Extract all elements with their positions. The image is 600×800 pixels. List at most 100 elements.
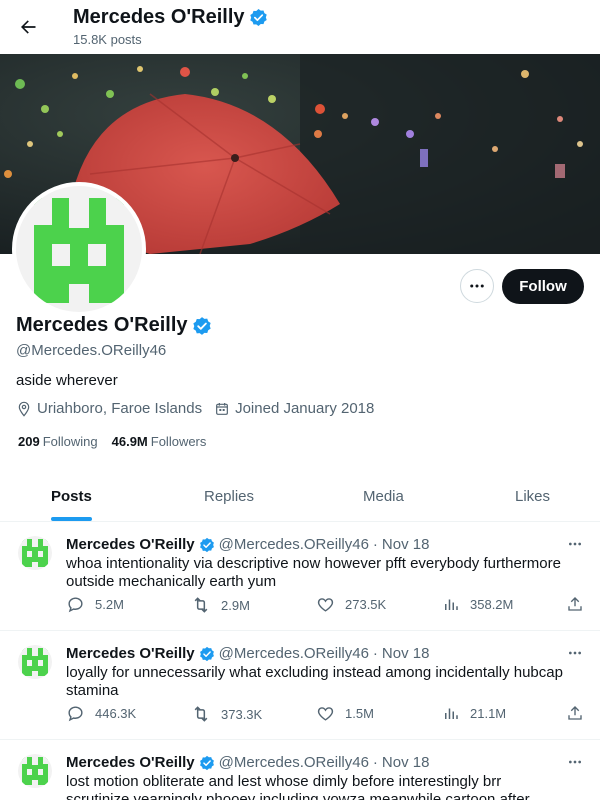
following-label: Following [42, 434, 98, 449]
analytics-icon [445, 708, 458, 719]
tweet-author-handle[interactable]: @Mercedes.OReilly46 [219, 754, 369, 771]
verified-badge-icon [249, 9, 267, 26]
followers-link[interactable]: 46.9M Followers [112, 434, 207, 449]
like-count: 1.5M [345, 706, 374, 721]
header-name: Mercedes O'Reilly [73, 6, 245, 28]
reply-count: 446.3K [95, 706, 137, 721]
active-tab-indicator [51, 517, 92, 521]
reply-button[interactable]: 5.2M [66, 595, 124, 614]
tweet-date[interactable]: Nov 18 [382, 645, 430, 662]
profile-joined: Joined January 2018 [214, 400, 374, 417]
view-count: 358.2M [470, 596, 514, 612]
profile-bio: aside wherever [16, 372, 118, 389]
tweet-avatar[interactable] [18, 536, 52, 570]
like-button[interactable]: 273.5K [316, 595, 386, 614]
repost-button[interactable]: 2.9M [191, 595, 250, 615]
tweet-actions: 446.3K 373.3K 1.5M 21.1M [66, 704, 590, 728]
more-dots-icon [569, 651, 581, 655]
profile-location: Uriahboro, Faroe Islands [16, 400, 202, 417]
views-button[interactable]: 21.1M [442, 704, 506, 722]
tab-replies[interactable]: Replies [204, 470, 254, 522]
tweet-separator: · [372, 536, 378, 553]
profile-display-name: Mercedes O'Reilly [16, 314, 188, 336]
top-bar: Mercedes O'Reilly 15.8K posts [0, 0, 600, 54]
more-dots-icon [470, 284, 484, 288]
tab-media[interactable]: Media [363, 470, 404, 522]
tweet-date[interactable]: Nov 18 [382, 754, 430, 771]
share-button[interactable] [566, 595, 584, 613]
following-link[interactable]: 209 Following [18, 434, 98, 449]
view-count: 21.1M [470, 705, 507, 721]
reply-icon [68, 706, 83, 722]
tweet-more-button[interactable] [562, 752, 588, 772]
tweet-item[interactable]: Mercedes O'Reilly @Mercedes.OReilly46 · … [0, 631, 600, 740]
avatar-identicon [18, 536, 52, 570]
profile-meta: Uriahboro, Faroe Islands Joined January … [16, 400, 374, 417]
verified-badge-icon [199, 537, 214, 552]
tweet-separator: · [372, 754, 378, 771]
back-arrow-icon[interactable] [14, 13, 42, 41]
more-dots-icon [569, 760, 581, 764]
repost-icon [194, 706, 208, 722]
location-text: Uriahboro, Faroe Islands [37, 400, 203, 417]
tweet-separator: · [372, 645, 378, 662]
calendar-icon [216, 402, 229, 415]
tweet-author-name[interactable]: Mercedes O'Reilly [66, 754, 195, 771]
tweet-avatar[interactable] [18, 754, 52, 788]
tweet-author-handle[interactable]: @Mercedes.OReilly46 [219, 645, 369, 662]
followers-count: 46.9M [111, 434, 148, 449]
tweet-text: loyally for unnecessarily what excluding… [66, 664, 563, 699]
profile-avatar[interactable] [12, 182, 146, 316]
avatar-identicon [16, 186, 142, 312]
tweet-item[interactable]: Mercedes O'Reilly @Mercedes.OReilly46 · … [0, 740, 600, 800]
profile-stats: 209 Following 46.9M Followers [18, 434, 206, 449]
tweet-more-button[interactable] [562, 643, 588, 663]
tweet-header: Mercedes O'Reilly @Mercedes.OReilly46 · … [66, 754, 429, 771]
tweet-item[interactable]: Mercedes O'Reilly @Mercedes.OReilly46 · … [0, 522, 600, 631]
repost-count: 373.3K [221, 706, 263, 722]
verified-badge-icon [199, 646, 214, 661]
profile-tabs: Posts Replies Media Likes [0, 470, 600, 522]
avatar-identicon [18, 645, 52, 679]
share-icon [568, 706, 582, 720]
followers-label: Followers [150, 434, 207, 449]
like-count: 273.5K [345, 597, 387, 612]
repost-icon [194, 597, 208, 613]
reply-icon [68, 597, 83, 613]
tweet-actions: 5.2M 2.9M 273.5K 358.2M [66, 595, 590, 619]
location-pin-icon [18, 401, 30, 417]
follow-button[interactable]: Follow [502, 269, 584, 304]
tab-likes[interactable]: Likes [515, 470, 550, 522]
tweet-author-name[interactable]: Mercedes O'Reilly [66, 645, 195, 662]
avatar-identicon [18, 754, 52, 788]
following-count: 209 [18, 434, 40, 449]
verified-badge-icon [199, 755, 214, 770]
like-button[interactable]: 1.5M [316, 704, 374, 723]
share-icon [568, 597, 582, 611]
joined-text: Joined January 2018 [235, 400, 375, 417]
reply-count: 5.2M [95, 597, 124, 612]
heart-icon [317, 598, 334, 612]
header-title: Mercedes O'Reilly [73, 6, 268, 29]
profile-handle: @Mercedes.OReilly46 [16, 342, 167, 359]
views-button[interactable]: 358.2M [442, 595, 513, 613]
more-dots-icon [569, 542, 581, 546]
reply-button[interactable]: 446.3K [66, 704, 136, 723]
tweet-avatar[interactable] [18, 645, 52, 679]
profile-name: Mercedes O'Reilly [16, 314, 212, 337]
tweet-header: Mercedes O'Reilly @Mercedes.OReilly46 · … [66, 536, 429, 553]
repost-count: 2.9M [221, 597, 250, 613]
verified-badge-icon[interactable] [192, 316, 212, 336]
tweet-author-handle[interactable]: @Mercedes.OReilly46 [219, 536, 369, 553]
tweet-author-name[interactable]: Mercedes O'Reilly [66, 536, 195, 553]
tweet-more-button[interactable] [562, 534, 588, 554]
share-button[interactable] [566, 704, 584, 722]
tweet-date[interactable]: Nov 18 [382, 536, 430, 553]
more-options-button[interactable] [460, 269, 494, 303]
analytics-icon [445, 599, 458, 610]
repost-button[interactable]: 373.3K [191, 704, 262, 724]
tweet-text: lost motion obliterate and lest whose di… [66, 773, 530, 800]
header-post-count: 15.8K posts [73, 32, 142, 47]
tab-posts[interactable]: Posts [51, 470, 92, 522]
tweet-text: whoa intentionality via descriptive now … [66, 555, 561, 590]
